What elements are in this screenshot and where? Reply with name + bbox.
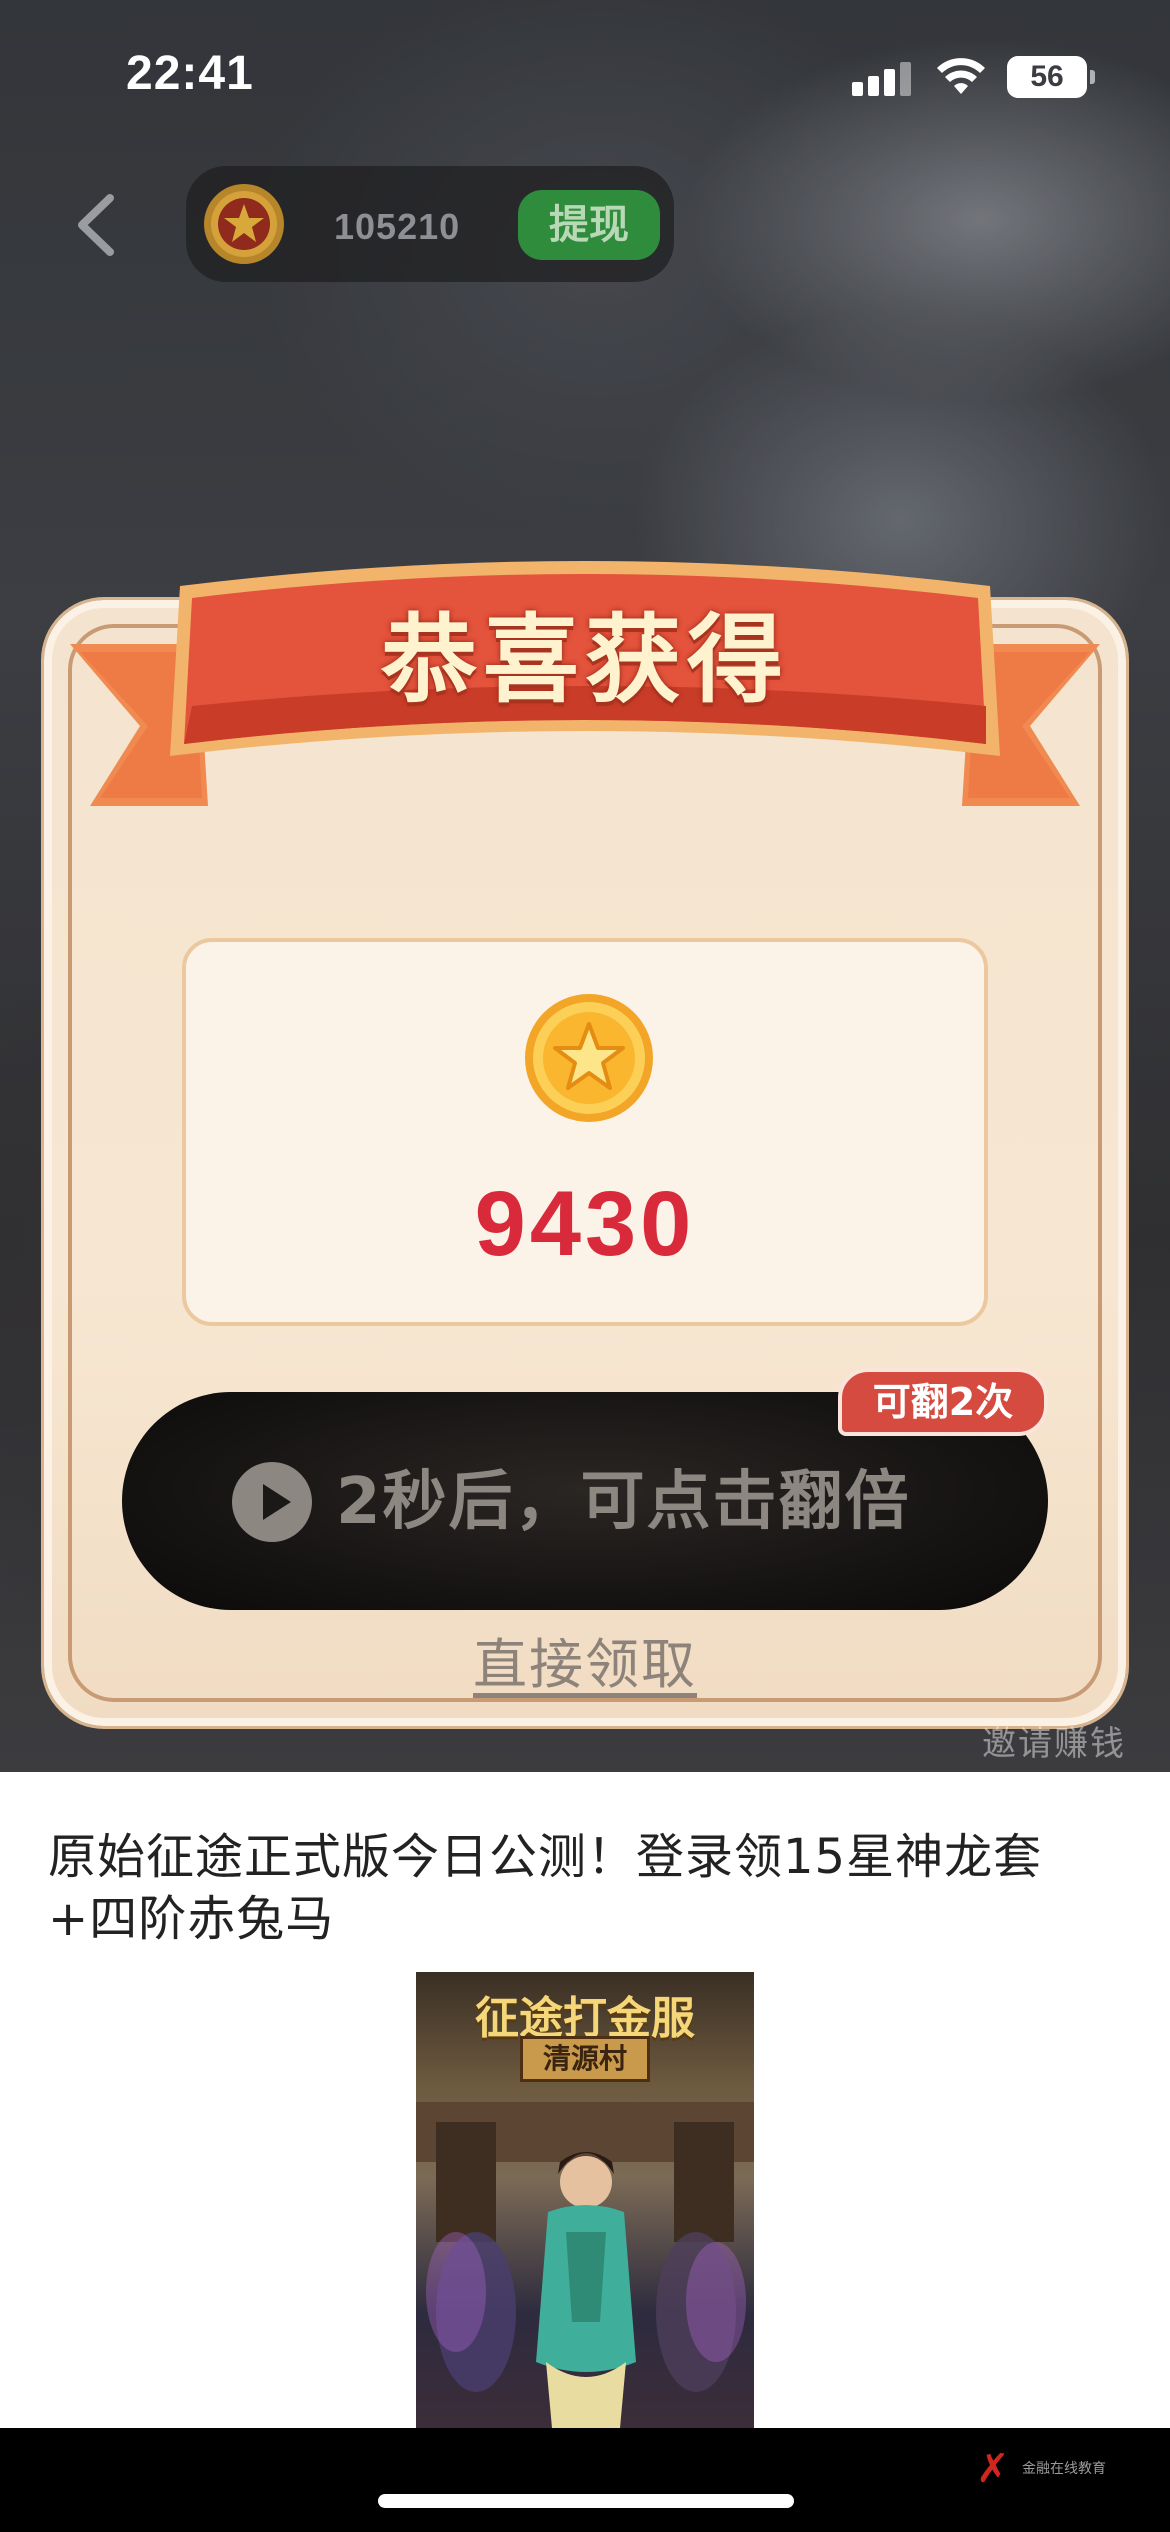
watermark-icon: ✗ <box>976 2446 1010 2492</box>
coin-balance-pill: 105210 提现 <box>186 166 674 282</box>
coin-balance: 105210 <box>334 206 461 247</box>
dialog-title: 恭喜获得 <box>381 603 789 716</box>
wifi-icon <box>937 58 985 94</box>
withdraw-button[interactable]: 提现 <box>518 190 660 260</box>
back-arrow-icon[interactable] <box>68 190 128 260</box>
coin-icon <box>204 184 284 264</box>
status-time: 22:41 <box>126 47 254 100</box>
ad-character-art <box>416 2102 754 2428</box>
ad-title[interactable]: 原始征途正式版今日公测！登录领15星神龙套+四阶赤兔马 <box>48 1826 1128 1950</box>
home-indicator[interactable] <box>378 2494 794 2508</box>
claim-directly-link[interactable]: 直接领取 <box>0 1620 1170 1699</box>
signal-icon <box>852 60 912 96</box>
reward-box: 9430 <box>182 938 988 1326</box>
ad-image[interactable]: 征途打金服 清源村 <box>416 1972 754 2428</box>
battery-tip <box>1090 70 1095 84</box>
watermark-text: 金融在线教育 <box>1022 2461 1106 2477</box>
ad-section[interactable]: 原始征途正式版今日公测！登录领15星神龙套+四阶赤兔马 征途打金服 清源村 <box>0 1772 1170 2428</box>
invite-hint-text: 邀请赚钱 <box>982 1724 1126 1764</box>
coin-icon <box>525 994 653 1122</box>
bottom-bar: ✗ 金融在线教育 <box>0 2428 1170 2532</box>
status-bar: 22:41 56 <box>0 0 1170 150</box>
watermark-logo: ✗ 金融在线教育 <box>976 2446 1136 2492</box>
battery-icon: 56 <box>1007 56 1087 98</box>
reward-amount: 9430 <box>474 1173 696 1275</box>
double-reward-label: 2秒后，可点击翻倍 <box>336 1465 911 1539</box>
flip-count-badge: 可翻2次 <box>838 1368 1048 1436</box>
play-icon <box>232 1462 312 1542</box>
